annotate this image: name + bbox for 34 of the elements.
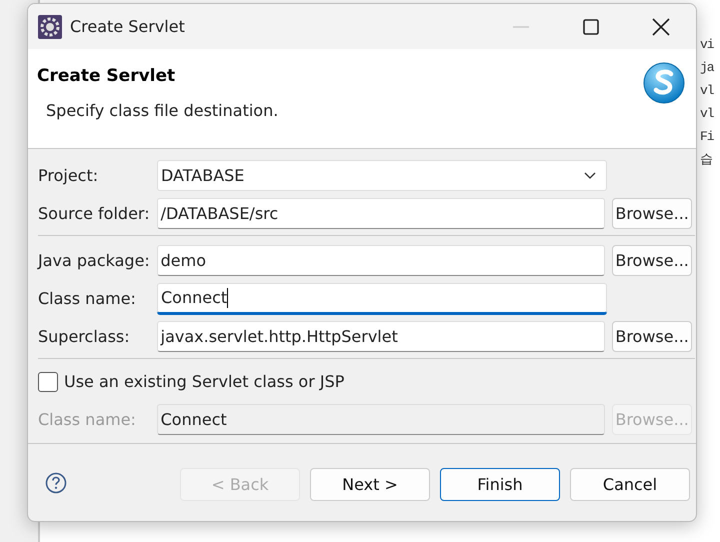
- input-field[interactable]: javax.servlet.http.HttpServlet: [156, 321, 606, 352]
- input-field[interactable]: demo: [156, 245, 606, 276]
- servlet-logo-icon: [642, 61, 686, 105]
- field-label: Source folder:: [38, 202, 151, 224]
- code-line: 습: [700, 151, 713, 169]
- maximize-icon[interactable]: [581, 18, 601, 36]
- code-line: Fi: [700, 128, 714, 146]
- field-label: Class name:: [38, 408, 137, 430]
- dropdown-field[interactable]: DATABASE: [157, 160, 607, 191]
- browse-button[interactable]: Browse...: [612, 245, 692, 276]
- dialog-button[interactable]: Finish: [440, 468, 560, 501]
- field-label: Superclass:: [38, 326, 131, 348]
- close-icon[interactable]: [651, 18, 671, 36]
- code-line: vi: [700, 36, 714, 54]
- dialog-button[interactable]: Cancel: [570, 468, 690, 501]
- checkbox[interactable]: [38, 372, 58, 392]
- code-line: vl: [700, 105, 714, 123]
- checkbox-label: Use an existing Servlet class or JSP: [64, 371, 344, 393]
- input-field[interactable]: Connect: [157, 283, 607, 314]
- input-field[interactable]: /DATABASE/src: [156, 198, 606, 229]
- window-title: Create Servlet: [70, 16, 185, 38]
- field-label: Project:: [38, 164, 100, 186]
- code-line: vl: [700, 82, 714, 100]
- help-icon[interactable]: [45, 472, 67, 494]
- browse-button[interactable]: Browse...: [612, 198, 692, 229]
- page-title: Create Servlet: [37, 65, 176, 88]
- page-description: Specify class file destination.: [46, 100, 278, 122]
- browse-button[interactable]: Browse...: [612, 321, 692, 352]
- app-icon: [38, 14, 62, 38]
- dialog-button[interactable]: Next >: [310, 468, 430, 501]
- chevron-down-icon: [583, 170, 597, 180]
- field-label: Class name:: [38, 288, 137, 310]
- field-label: Java package:: [38, 250, 151, 272]
- code-line: ja: [700, 59, 714, 77]
